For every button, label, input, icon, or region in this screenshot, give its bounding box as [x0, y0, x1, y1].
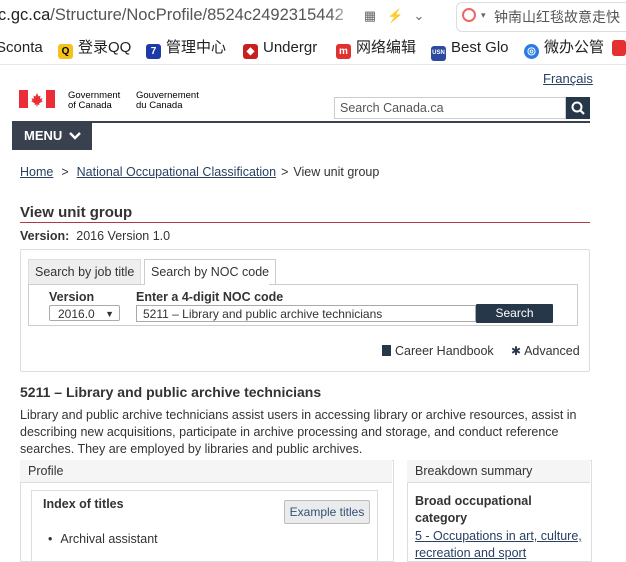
title-underline: [20, 222, 590, 223]
lightning-icon[interactable]: ⚡: [387, 8, 403, 24]
select-arrow-icon: ▼: [105, 309, 114, 319]
site-search-button[interactable]: [566, 97, 590, 119]
book-icon: [382, 345, 391, 356]
example-titles-button[interactable]: Example titles: [284, 500, 370, 524]
chevron-down-icon[interactable]: ⌄: [411, 8, 427, 24]
list-item: • Archival assistant: [48, 532, 158, 546]
language-toggle-link[interactable]: Français: [543, 71, 593, 86]
version-select-label: Version: [49, 290, 95, 304]
gov-fr-wordmark: Gouvernement du Canada: [136, 90, 199, 111]
bookmark-item[interactable]: ◎ 微办公管: [524, 39, 604, 59]
site-search-placeholder: Search Canada.ca: [340, 101, 444, 115]
qq-icon: Q: [58, 44, 73, 59]
bookmark-overflow-icon[interactable]: [612, 40, 626, 56]
breadcrumb-separator: >: [281, 165, 289, 179]
noc-code-input[interactable]: 5211 – Library and public archive techni…: [136, 305, 476, 322]
grid-icon[interactable]: ▦: [362, 8, 378, 24]
url-path: /Structure/NocProfile/8524c2492315442: [50, 6, 344, 24]
breadcrumb-noc[interactable]: National Occupational Classification: [77, 165, 276, 179]
search-engine-icon[interactable]: [462, 8, 476, 22]
noc-search-button[interactable]: Search: [476, 304, 553, 323]
url-field[interactable]: c.gc.ca/Structure/NocProfile/8524c249231…: [0, 6, 344, 25]
version-selected: 2016.0: [58, 307, 95, 321]
broad-category-link[interactable]: 5 - Occupations in art, culture, recreat…: [415, 528, 585, 562]
breakdown-heading: Breakdown summary: [407, 460, 590, 483]
gear-icon: ✱: [511, 344, 522, 358]
bookmark-item[interactable]: ◆ Undergr: [243, 39, 317, 59]
shield-icon: ◆: [243, 44, 258, 59]
bookmark-item[interactable]: Sconta: [0, 39, 43, 57]
active-tab-gap: [145, 283, 269, 285]
browser-search-text[interactable]: 钟南山红毯故意走快: [494, 7, 620, 27]
bullet-icon: •: [48, 532, 53, 546]
menu-label: MENU: [24, 128, 63, 143]
version-select[interactable]: 2016.0 ▼: [49, 305, 120, 321]
canada-flag-icon: [19, 90, 55, 108]
broad-category-heading: Broad occupational category: [415, 494, 532, 525]
profile-heading: Profile: [20, 460, 392, 483]
tab-search-by-job-title[interactable]: Search by job title: [28, 259, 142, 284]
url-fade: [330, 2, 356, 30]
advanced-search-link[interactable]: ✱ Advanced: [511, 344, 580, 358]
noc-code-label: Enter a 4-digit NOC code: [136, 290, 284, 304]
bookmark-item[interactable]: 7 管理中心: [146, 39, 226, 59]
bookmark-item[interactable]: m 网络编辑: [336, 39, 416, 59]
seven-icon: 7: [146, 44, 161, 59]
breadcrumb: Home > National Occupational Classificatio…: [20, 165, 379, 179]
breadcrumb-separator: >: [61, 165, 69, 179]
menu-button[interactable]: MENU: [12, 122, 92, 150]
breadcrumb-home[interactable]: Home: [20, 165, 53, 179]
career-handbook-link[interactable]: Career Handbook: [382, 344, 494, 358]
bookmark-item[interactable]: USN Best Glo: [431, 39, 509, 61]
unit-group-description: Library and public archive technicians a…: [20, 408, 577, 456]
index-of-titles-heading: Index of titles: [43, 497, 124, 511]
circle-icon: ◎: [524, 44, 539, 59]
bookmark-item[interactable]: Q 登录QQ: [58, 39, 131, 59]
unit-group-title: 5211 – Library and public archive techni…: [20, 384, 322, 400]
menu-bar: [12, 121, 590, 123]
usn-icon: USN: [431, 46, 446, 61]
m-icon: m: [336, 44, 351, 59]
version-info: Version: 2016 Version 1.0: [20, 229, 171, 243]
url-host: c.gc.ca: [0, 6, 51, 24]
breadcrumb-current: View unit group: [293, 165, 380, 179]
page-title: View unit group: [20, 204, 133, 221]
search-icon: [571, 101, 585, 115]
tab-search-by-noc-code[interactable]: Search by NOC code: [144, 259, 277, 284]
gov-en-wordmark: Government of Canada: [68, 90, 121, 111]
engine-dropdown-icon[interactable]: ▾: [481, 10, 486, 21]
chevron-down-icon: [69, 132, 81, 140]
